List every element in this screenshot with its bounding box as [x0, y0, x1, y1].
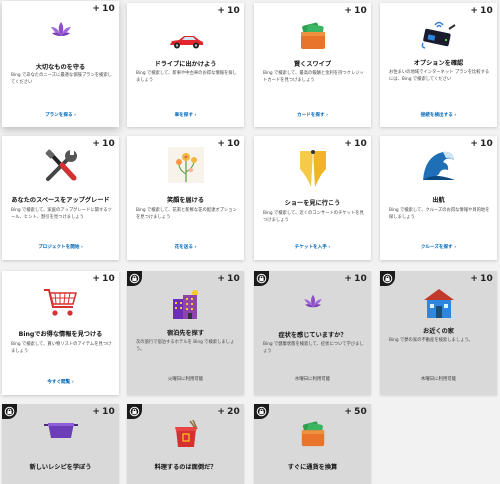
card-drive[interactable]: +10 ドライブに出かけよう Bing で検索して、新車や中古車のお得な情報を探… — [127, 3, 244, 127]
card-link[interactable]: プランを探る › — [2, 112, 119, 118]
card-link[interactable]: プロジェクトを開始 › — [2, 244, 119, 250]
card-title: お近くの家 — [423, 328, 454, 335]
card-find-lodging[interactable]: +10 宿泊先を探す 次の旅行で宿泊するホテルを Bing で検索しましょう。 … — [127, 271, 244, 395]
flowers-icon — [127, 146, 244, 184]
stage-curtain-icon — [254, 149, 371, 189]
points-badge: +20 — [217, 407, 240, 417]
points-badge: +10 — [92, 4, 115, 14]
card-description: Bing で夢の家の不動産を検索しましょう。 — [389, 338, 473, 343]
card-title: 料理するのは面倒だ？ — [154, 464, 217, 471]
card-description: 次の旅行で宿泊するホテルを Bing で検索しましょう。 — [136, 340, 235, 352]
card-link[interactable]: クルーズを探す › — [380, 244, 497, 250]
card-link[interactable]: 花を送る › — [127, 244, 244, 250]
card-description: Bing で検索して、新車や中古車のお得な情報を探しましょう — [136, 71, 237, 83]
wallet-icon — [254, 21, 371, 51]
card-too-lazy-to-cook[interactable]: +20 料理するのは面倒だ？ — [127, 404, 244, 484]
card-description: Bing であなたのニーズに最適な保険プランを検索してください — [11, 73, 112, 85]
lock-icon — [380, 271, 395, 286]
card-link[interactable]: カードを探す › — [254, 112, 371, 118]
card-title: ドライブに出かけよう — [154, 61, 217, 68]
wave-icon — [380, 148, 497, 182]
card-title: オプションを確認 — [413, 60, 464, 67]
points-badge: +10 — [92, 274, 115, 284]
router-icon — [380, 19, 497, 49]
card-title: すぐに通貨を換算 — [287, 464, 338, 471]
card-swipe-smart[interactable]: +10 賢くスワイプ Bing で検索して、最高の報酬と金利を持つクレジットカー… — [254, 3, 371, 127]
points-badge: +10 — [92, 407, 115, 417]
hotel-icon — [127, 289, 244, 321]
card-title: ショーを見に行こう — [284, 200, 341, 207]
lock-icon — [254, 404, 269, 419]
card-new-recipe[interactable]: +10 新しいレシピを学ぼう — [2, 404, 119, 484]
availability-text: 水曜日に利用可能 — [294, 377, 331, 382]
points-badge: +50 — [344, 407, 367, 417]
card-description: Bing で検索して、近くのコンサートのチケットを見つけましょう — [263, 211, 364, 223]
card-description: お住まいの地域でインターネット プランを比較するには、Bing で検索してくださ… — [389, 70, 490, 82]
points-badge: +10 — [344, 274, 367, 284]
points-badge: +10 — [344, 139, 367, 149]
card-link[interactable]: 接続を検出する › — [380, 112, 497, 118]
lock-icon — [2, 404, 17, 419]
card-link[interactable]: 今すぐ閲覧 › — [2, 379, 119, 385]
tools-icon — [2, 148, 119, 184]
availability-text: 木曜日に利用可能 — [420, 377, 457, 382]
card-symptoms[interactable]: +10 症状を感じていますか？ Bing で健康状態を検索して、症状について学び… — [254, 271, 371, 395]
card-description: Bing で健康状態を検索して、症状について学びましょう — [263, 342, 364, 354]
card-description: Bing で検索して、買い物リストのアイテムを見つけましょう — [11, 342, 112, 354]
lock-icon — [254, 271, 269, 286]
points-badge: +10 — [470, 6, 493, 16]
card-description: Bing で検索して、クルーズのお得な情報や目的地を探しましょう — [389, 208, 490, 220]
card-find-deals[interactable]: +10 Bingでお得な情報を見つける Bing で検索して、買い物リストのアイ… — [2, 271, 119, 395]
card-protect-valuables[interactable]: +10 大切なものを守る Bing であなたのニーズに最適な保険プランを検索して… — [2, 1, 119, 127]
card-description: Bing で検索して、花束と新鮮な花の配達オプションを見つけましょう — [136, 208, 237, 220]
card-check-options[interactable]: +10 オプションを確認 お住まいの地域でインターネット プランを比較するには、… — [380, 3, 497, 127]
lotus-icon — [254, 294, 371, 309]
card-set-sail[interactable]: +10 出航 Bing で検索して、クルーズのお得な情報や目的地を探しましょう … — [380, 136, 497, 260]
card-title: Bingでお得な情報を見つける — [18, 331, 103, 338]
card-description: Bing で検索して、最高の報酬と金利を持つクレジットカードを見つけましょう — [263, 71, 364, 83]
card-see-show[interactable]: +10 ショーを見に行こう Bing で検索して、近くのコンサートのチケットを見… — [254, 136, 371, 260]
wallet-icon — [254, 420, 371, 448]
shopping-cart-icon — [2, 287, 119, 319]
card-title: 出航 — [432, 197, 445, 204]
lotus-icon — [2, 21, 119, 38]
card-title: 大切なものを守る — [35, 64, 86, 71]
availability-text: 火曜日に利用可能 — [167, 377, 204, 382]
points-badge: +10 — [470, 274, 493, 284]
house-icon — [380, 286, 497, 320]
points-badge: +10 — [344, 6, 367, 16]
lock-icon — [127, 271, 142, 286]
red-car-icon — [127, 35, 244, 49]
card-title: 笑顔を届ける — [166, 197, 205, 204]
card-title: 宿泊先を探す — [166, 330, 205, 337]
card-nearby-homes[interactable]: +10 お近くの家 Bing で夢の家の不動産を検索しましょう。 木曜日に利用可… — [380, 271, 497, 395]
card-currency-convert[interactable]: +50 すぐに通貨を換算 — [254, 404, 371, 484]
card-send-smile[interactable]: +10 笑顔を届ける Bing で検索して、花束と新鮮な花の配達オプションを見つ… — [127, 136, 244, 260]
lock-icon — [127, 404, 142, 419]
card-link[interactable]: チケットを入手 › — [254, 244, 371, 250]
card-title: あなたのスペースをアップグレード — [11, 197, 110, 204]
card-title: 新しいレシピを学ぼう — [29, 464, 92, 471]
card-link[interactable]: 車を探す › — [127, 112, 244, 118]
points-badge: +10 — [217, 274, 240, 284]
card-description: Bing で検索して、家庭のアップグレードに関するツール、ヒント、割引を見つけま… — [11, 208, 112, 220]
card-title: 症状を感じていますか？ — [278, 332, 347, 339]
card-upgrade-space[interactable]: +10 あなたのスペースをアップグレード Bing で検索して、家庭のアップグレ… — [2, 136, 119, 260]
card-title: 賢くスワイプ — [293, 61, 332, 68]
pot-icon — [2, 422, 119, 440]
points-badge: +10 — [217, 6, 240, 16]
takeout-box-icon — [127, 419, 244, 449]
